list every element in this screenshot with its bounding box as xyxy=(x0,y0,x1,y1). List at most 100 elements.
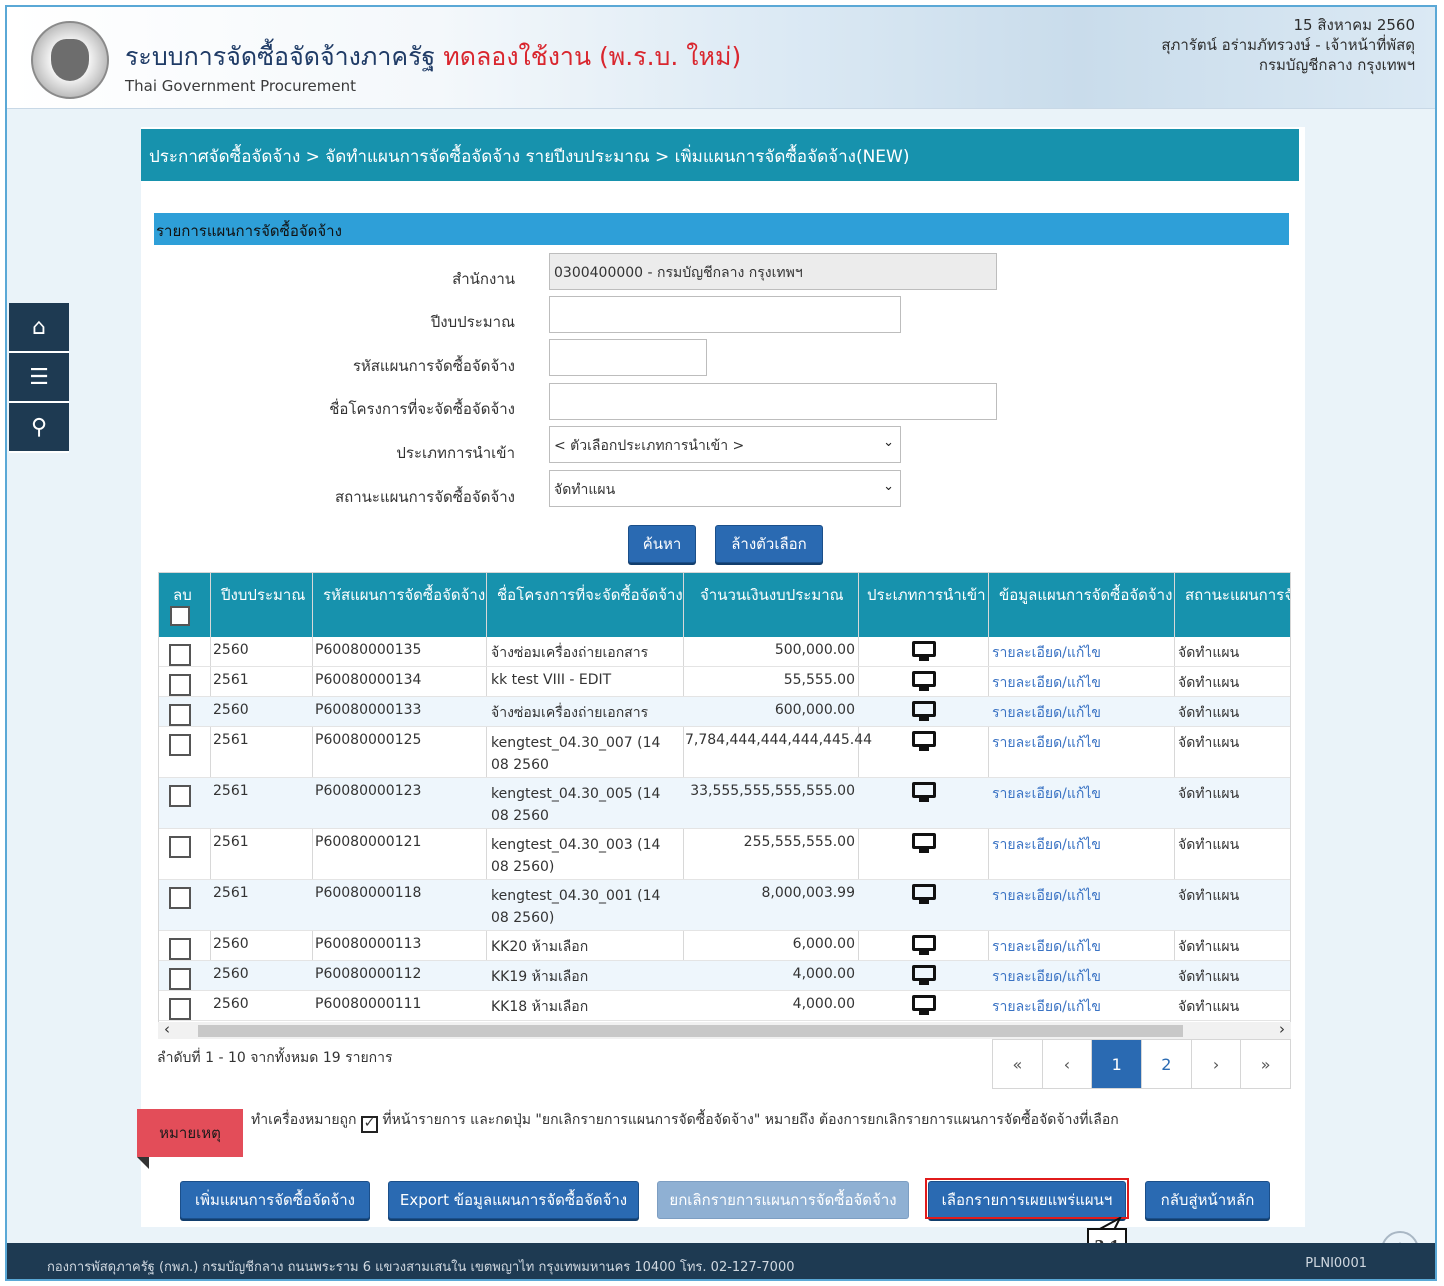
monitor-icon xyxy=(912,641,936,665)
row-status: จัดทำแผน xyxy=(1178,735,1240,751)
home-icon[interactable]: ⌂ xyxy=(9,303,69,353)
monitor-icon xyxy=(912,995,936,1019)
table-row: 2561 P60080000121 kengtest_04.30_003 (14… xyxy=(159,829,1290,880)
cancel-plan-button[interactable]: ยกเลิกรายการแผนการจัดซื้อจัดจ้าง xyxy=(657,1181,909,1219)
page-1-button[interactable]: 1 xyxy=(1092,1040,1143,1088)
table-row: 2560 P60080000133 จ้างซ่อมเครื่องถ่ายเอก… xyxy=(159,697,1290,727)
site-footer: กองการพัสดุภาครัฐ (กพภ.) กรมบัญชีกลาง ถน… xyxy=(7,1243,1435,1279)
horizontal-scrollbar[interactable]: ‹ › xyxy=(158,1020,1291,1039)
import-type-select[interactable]: < ตัวเลือกประเภทการนำเข้า > ⌄ xyxy=(549,426,901,463)
row-name: kengtest_04.30_007 (14 08 2560 xyxy=(491,735,661,773)
row-amount: 55,555.00 xyxy=(783,672,855,688)
status-select[interactable]: จัดทำแผน ⌄ xyxy=(549,470,901,507)
col-import-type: ประเภทการนำเข้า xyxy=(867,586,986,604)
page-frame: ระบบการจัดซื้อจัดจ้างภาครัฐ ทดลองใช้งาน … xyxy=(5,5,1437,1281)
last-page-button[interactable]: » xyxy=(1241,1040,1290,1088)
current-date: 15 สิงหาคม 2560 xyxy=(1293,16,1415,34)
search-icon[interactable]: ⚲ xyxy=(9,403,69,453)
row-code: P60080000133 xyxy=(315,702,422,718)
note-tag: หมายเหตุ xyxy=(137,1109,243,1157)
monitor-icon xyxy=(912,731,936,755)
row-name: จ้างซ่อมเครื่องถ่ายเอกสาร xyxy=(491,645,649,661)
main-content: ประกาศจัดซื้อจัดจ้าง > จัดทำแผนการจัดซื้… xyxy=(137,127,1305,1266)
row-status: จัดทำแผน xyxy=(1178,675,1240,691)
row-name: kengtest_04.30_005 (14 08 2560 xyxy=(491,786,661,824)
row-checkbox[interactable] xyxy=(169,644,191,666)
row-code: P60080000118 xyxy=(315,885,422,901)
row-checkbox[interactable] xyxy=(169,734,191,756)
select-all-checkbox[interactable] xyxy=(170,606,190,626)
plan-table: ลบ ปีงบประมาณ รหัสแผนการจัดซื้อจัดจ้าง ช… xyxy=(158,572,1291,1024)
scroll-right-icon[interactable]: › xyxy=(1279,1020,1285,1038)
row-checkbox[interactable] xyxy=(169,938,191,960)
row-year: 2561 xyxy=(213,885,249,901)
row-detail-link[interactable]: รายละเอียด/แก้ไข xyxy=(992,885,1101,907)
site-title-main: ระบบการจัดซื้อจัดจ้างภาครัฐ xyxy=(125,42,436,71)
prev-page-button[interactable]: ‹ xyxy=(1043,1040,1093,1088)
row-detail-link[interactable]: รายละเอียด/แก้ไข xyxy=(992,732,1101,754)
row-detail-link[interactable]: รายละเอียด/แก้ไข xyxy=(992,996,1101,1018)
table-row: 2561 P60080000134 kk test VIII - EDIT 55… xyxy=(159,667,1290,697)
row-code: P60080000111 xyxy=(315,996,422,1012)
row-name: จ้างซ่อมเครื่องถ่ายเอกสาร xyxy=(491,705,649,721)
scroll-left-icon[interactable]: ‹ xyxy=(164,1020,170,1038)
user-info: 15 สิงหาคม 2560 สุภารัตน์ อร่ามภัทรวงษ์ … xyxy=(1161,15,1415,75)
row-status: จัดทำแผน xyxy=(1178,969,1240,985)
user-name: สุภารัตน์ อร่ามภัทรวงษ์ - เจ้าหน้าที่พัส… xyxy=(1161,36,1415,54)
clear-button[interactable]: ล้างตัวเลือก xyxy=(715,525,823,563)
row-name: KK18 ห้ามเลือก xyxy=(491,999,589,1015)
project-name-label: ชื่อโครงการที่จะจัดซื้อจัดจ้าง xyxy=(329,400,515,418)
record-summary: ลำดับที่ 1 - 10 จากทั้งหมด 19 รายการ xyxy=(157,1050,393,1066)
row-detail-link[interactable]: รายละเอียด/แก้ไข xyxy=(992,642,1101,664)
import-type-value: < ตัวเลือกประเภทการนำเข้า > xyxy=(554,438,745,454)
checkbox-checked-icon: ✓ xyxy=(360,1116,378,1133)
row-checkbox[interactable] xyxy=(169,968,191,990)
col-delete: ลบ xyxy=(173,586,192,604)
row-code: P60080000134 xyxy=(315,672,422,688)
row-code: P60080000125 xyxy=(315,732,422,748)
row-checkbox[interactable] xyxy=(169,887,191,909)
row-detail-link[interactable]: รายละเอียด/แก้ไข xyxy=(992,936,1101,958)
row-detail-link[interactable]: รายละเอียด/แก้ไข xyxy=(992,672,1101,694)
status-label: สถานะแผนการจัดซื้อจัดจ้าง xyxy=(334,488,515,506)
page-2-button[interactable]: 2 xyxy=(1142,1040,1192,1088)
budget-year-input[interactable] xyxy=(549,296,901,333)
row-amount: 255,555,555.00 xyxy=(743,834,855,850)
search-button[interactable]: ค้นหา xyxy=(628,525,696,563)
monitor-icon xyxy=(912,884,936,908)
col-project-name: ชื่อโครงการที่จะจัดซื้อจัดจ้าง xyxy=(497,586,683,604)
table-row: 2560 P60080000111 KK18 ห้ามเลือก 4,000.0… xyxy=(159,991,1290,1021)
scrollbar-thumb[interactable] xyxy=(198,1025,1183,1037)
row-year: 2561 xyxy=(213,672,249,688)
row-name: KK19 ห้ามเลือก xyxy=(491,969,589,985)
table-row: 2560 P60080000112 KK19 ห้ามเลือก 4,000.0… xyxy=(159,961,1290,991)
menu-icon[interactable]: ☰ xyxy=(9,353,69,403)
row-detail-link[interactable]: รายละเอียด/แก้ไข xyxy=(992,966,1101,988)
row-name: kengtest_04.30_001 (14 08 2560) xyxy=(491,888,661,926)
row-amount: 4,000.00 xyxy=(792,996,855,1012)
col-plan-status: สถานะแผนการจั xyxy=(1185,586,1291,604)
project-name-input[interactable] xyxy=(549,383,997,420)
row-detail-link[interactable]: รายละเอียด/แก้ไข xyxy=(992,702,1101,724)
back-home-button[interactable]: กลับสู่หน้าหลัก xyxy=(1145,1181,1270,1219)
export-button[interactable]: Export ข้อมูลแผนการจัดซื้อจัดจ้าง xyxy=(388,1181,639,1219)
row-status: จัดทำแผน xyxy=(1178,939,1240,955)
user-department: กรมบัญชีกลาง กรุงเทพฯ xyxy=(1258,56,1415,74)
row-checkbox[interactable] xyxy=(169,998,191,1020)
first-page-button[interactable]: « xyxy=(993,1040,1043,1088)
next-page-button[interactable]: › xyxy=(1192,1040,1242,1088)
add-plan-button[interactable]: เพิ่มแผนการจัดซื้อจัดจ้าง xyxy=(180,1181,370,1219)
row-checkbox[interactable] xyxy=(169,674,191,696)
row-status: จัดทำแผน xyxy=(1178,837,1240,853)
plan-code-input[interactable] xyxy=(549,339,707,376)
row-checkbox[interactable] xyxy=(169,836,191,858)
left-sidebar: ⌂ ☰ ⚲ xyxy=(9,303,69,453)
row-detail-link[interactable]: รายละเอียด/แก้ไข xyxy=(992,783,1101,805)
row-detail-link[interactable]: รายละเอียด/แก้ไข xyxy=(992,834,1101,856)
row-checkbox[interactable] xyxy=(169,704,191,726)
budget-year-label: ปีงบประมาณ xyxy=(430,313,515,331)
chevron-down-icon: ⌄ xyxy=(883,435,894,450)
note-text-before: ทำเครื่องหมายถูก xyxy=(251,1112,357,1128)
row-code: P60080000113 xyxy=(315,936,422,952)
row-checkbox[interactable] xyxy=(169,785,191,807)
